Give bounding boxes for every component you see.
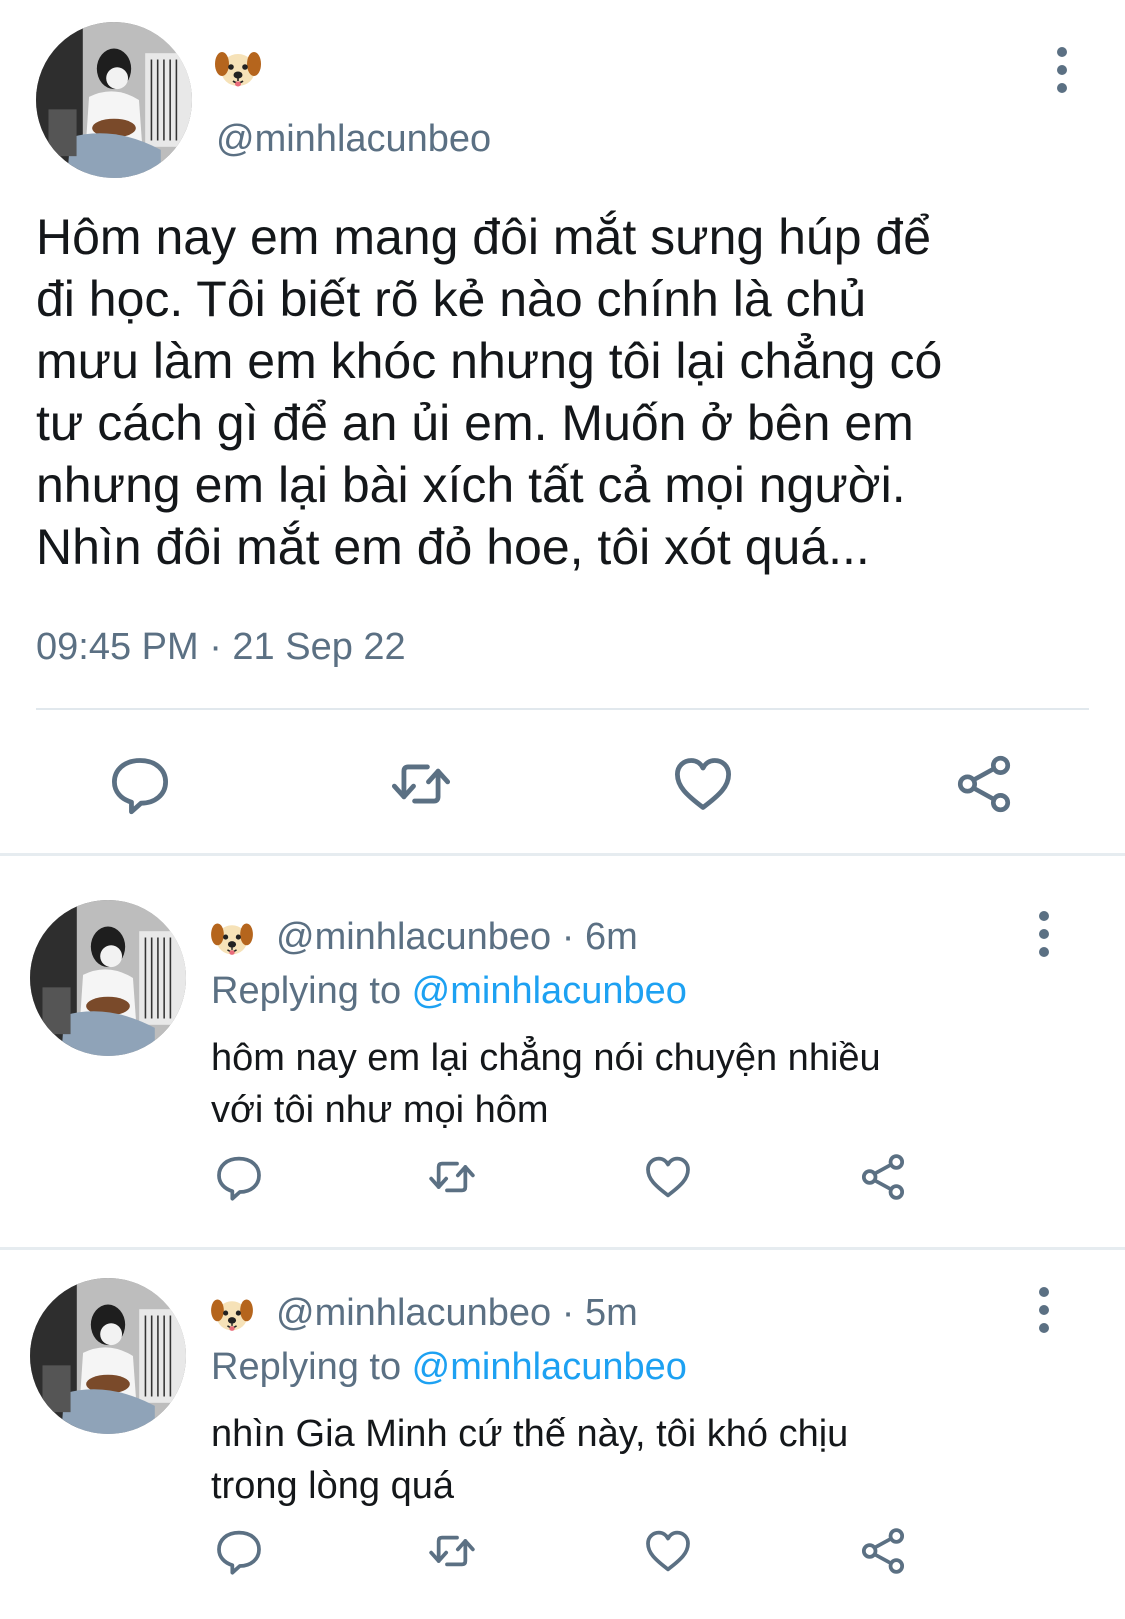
- replying-to-label: Replying to: [211, 1346, 412, 1388]
- replying-to-handle-link[interactable]: @minhlacunbeo: [412, 970, 687, 1012]
- retweet-icon[interactable]: [425, 1526, 479, 1576]
- tweet-text-line: tư cách gì để an ủi em. Muốn ở bên em: [36, 395, 914, 451]
- dog-face-emoji-icon: [210, 918, 254, 958]
- tweet-text: Hôm nay em mang đôi mắt sưng húp để đi h…: [36, 206, 1096, 578]
- more-vertical-icon[interactable]: [1029, 1280, 1059, 1340]
- reply-tweet: @minhlacunbeo · 5m Replying to @minhlacu…: [0, 1250, 1125, 1619]
- reply-bubble-icon[interactable]: [214, 1526, 264, 1576]
- avatar[interactable]: [36, 22, 192, 178]
- share-icon[interactable]: [858, 1526, 908, 1576]
- reply-text-line: nhìn Gia Minh cứ thế này, tôi khó chịu: [211, 1413, 849, 1455]
- reply-text-line: hôm nay em lại chẳng nói chuyện nhiều: [211, 1037, 881, 1079]
- heart-icon[interactable]: [643, 1526, 693, 1576]
- avatar[interactable]: [30, 900, 186, 1056]
- avatar[interactable]: [30, 1278, 186, 1434]
- author-handle[interactable]: @minhlacunbeo: [216, 118, 491, 161]
- user-avatar-photo: [30, 1278, 186, 1434]
- retweet-icon[interactable]: [388, 752, 454, 816]
- reply-tweet: @minhlacunbeo · 6m Replying to @minhlacu…: [0, 856, 1125, 1247]
- share-icon[interactable]: [858, 1152, 908, 1202]
- tweet-text-line: nhưng em lại bài xích tất cả mọi người.: [36, 457, 906, 513]
- reply-bubble-icon[interactable]: [108, 752, 172, 816]
- tweet-text-line: đi học. Tôi biết rõ kẻ nào chính là chủ: [36, 271, 867, 327]
- share-icon[interactable]: [953, 752, 1015, 816]
- main-tweet: @minhlacunbeo Hôm nay em mang đôi mắt sư…: [0, 0, 1125, 852]
- retweet-icon[interactable]: [425, 1152, 479, 1202]
- heart-icon[interactable]: [643, 1152, 693, 1202]
- more-vertical-icon[interactable]: [1029, 904, 1059, 964]
- tweet-timestamp[interactable]: 09:45 PM · 21 Sep 22: [36, 626, 406, 669]
- reply-text: nhìn Gia Minh cứ thế này, tôi khó chịu t…: [211, 1408, 1061, 1512]
- user-avatar-photo: [30, 900, 186, 1056]
- replying-to-label: Replying to: [211, 970, 412, 1012]
- tweet-text-line: Nhìn đôi mắt em đỏ hoe, tôi xót quá...: [36, 519, 870, 575]
- replying-to: Replying to @minhlacunbeo: [211, 970, 687, 1013]
- replying-to-handle-link[interactable]: @minhlacunbeo: [412, 1346, 687, 1388]
- dog-face-emoji-icon: [210, 1294, 254, 1334]
- divider: [36, 708, 1089, 710]
- reply-handle-time[interactable]: @minhlacunbeo · 5m: [276, 1292, 638, 1335]
- reply-text: hôm nay em lại chẳng nói chuyện nhiều vớ…: [211, 1032, 1061, 1136]
- reply-text-line: với tôi như mọi hôm: [211, 1089, 549, 1131]
- reply-text-line: trong lòng quá: [211, 1465, 454, 1507]
- tweet-text-line: Hôm nay em mang đôi mắt sưng húp để: [36, 209, 932, 265]
- more-vertical-icon[interactable]: [1047, 40, 1077, 100]
- dog-face-emoji-icon: [214, 46, 262, 90]
- tweet-text-line: mưu làm em khóc nhưng tôi lại chẳng có: [36, 333, 943, 389]
- user-avatar-photo: [36, 22, 192, 178]
- heart-icon[interactable]: [671, 752, 735, 816]
- replying-to: Replying to @minhlacunbeo: [211, 1346, 687, 1389]
- reply-handle-time[interactable]: @minhlacunbeo · 6m: [276, 916, 638, 959]
- reply-bubble-icon[interactable]: [214, 1152, 264, 1202]
